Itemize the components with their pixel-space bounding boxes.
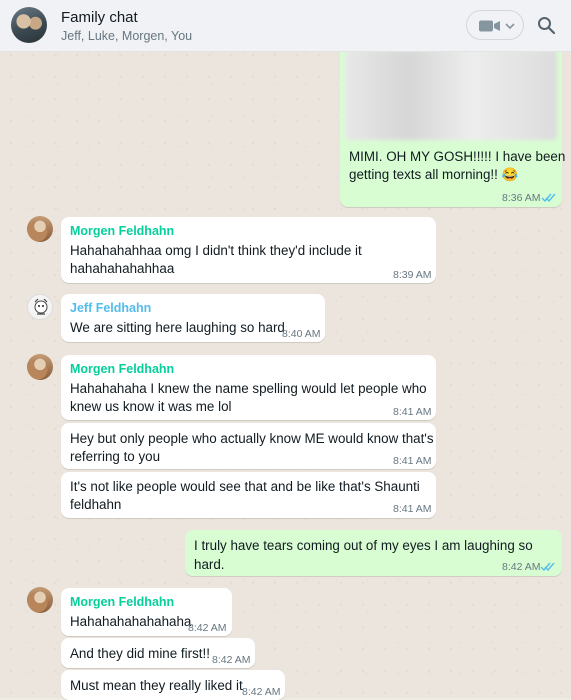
message-bubble-incoming[interactable]: Hey but only people who actually know ME… <box>61 423 436 469</box>
sender-name[interactable]: Morgen Feldhahn <box>70 224 174 238</box>
message-bubble-incoming[interactable]: Morgen Feldhahn Hahahahahhaa omg I didn'… <box>61 217 436 283</box>
message-text: Hey but only people who actually know ME… <box>70 431 434 446</box>
message-bubble-outgoing[interactable]: I truly have tears coming out of my eyes… <box>185 530 562 576</box>
message-bubble-incoming[interactable]: And they did mine first!! 8:42 AM <box>61 638 255 668</box>
message-time: 8:42 AM <box>188 622 227 634</box>
shared-image[interactable] <box>345 50 557 140</box>
chevron-down-icon <box>505 23 515 30</box>
message-bubble-incoming[interactable]: It's not like people would see that and … <box>61 472 436 518</box>
message-text: getting texts all morning!! 😂 <box>349 167 519 182</box>
message-text: Must mean they really liked it <box>70 678 243 693</box>
chat-participants[interactable]: Jeff, Luke, Morgen, You <box>61 29 192 43</box>
group-avatar[interactable] <box>11 7 47 43</box>
chat-header[interactable]: Family chat Jeff, Luke, Morgen, You <box>0 0 571 52</box>
video-camera-icon <box>479 20 500 32</box>
chat-title[interactable]: Family chat <box>61 9 138 26</box>
message-text: And they did mine first!! <box>70 646 210 661</box>
sender-name[interactable]: Morgen Feldhahn <box>70 362 174 376</box>
message-text: Hahahahahahahaha <box>70 614 192 629</box>
sender-avatar[interactable] <box>27 354 53 380</box>
message-time: 8:41 AM <box>393 406 432 418</box>
message-time: 8:41 AM <box>393 503 432 515</box>
message-text: Hahahahahhaa omg I didn't think they'd i… <box>70 243 362 258</box>
message-time: 8:42 AM <box>242 686 281 698</box>
message-bubble-incoming[interactable]: Morgen Feldhahn Hahahahahahahaha 8:42 AM <box>61 588 232 636</box>
message-bubble-incoming[interactable]: Must mean they really liked it 8:42 AM <box>61 670 285 700</box>
message-time: 8:42 AM <box>212 654 251 666</box>
message-text: referring to you <box>70 449 161 464</box>
video-call-button[interactable] <box>466 10 524 40</box>
sender-avatar[interactable] <box>27 294 53 320</box>
message-text: We are sitting here laughing so hard <box>70 320 285 335</box>
message-text: knew us know it was me lol <box>70 399 232 414</box>
message-time: 8:36 AM <box>502 192 541 204</box>
message-text: Hahahahaha I knew the name spelling woul… <box>70 381 427 396</box>
message-time: 8:42 AM <box>502 561 541 573</box>
sender-name[interactable]: Jeff Feldhahn <box>70 301 151 315</box>
read-receipt-icon <box>540 562 555 572</box>
sender-avatar[interactable] <box>27 587 53 613</box>
message-text: feldhahn <box>70 497 122 512</box>
message-time: 8:41 AM <box>393 455 432 467</box>
message-text: hahahahahahhaa <box>70 261 175 276</box>
message-text: MIMI. OH MY GOSH!!!!! I have been <box>349 149 566 164</box>
sender-avatar[interactable] <box>27 216 53 242</box>
search-icon[interactable] <box>537 16 556 35</box>
read-receipt-icon <box>541 193 556 203</box>
message-time: 8:40 AM <box>282 328 321 340</box>
message-text: It's not like people would see that and … <box>70 479 420 494</box>
sender-name[interactable]: Morgen Feldhahn <box>70 595 174 609</box>
message-bubble-incoming[interactable]: Jeff Feldhahn We are sitting here laughi… <box>61 294 325 342</box>
message-bubble-incoming[interactable]: Morgen Feldhahn Hahahahaha I knew the na… <box>61 355 436 420</box>
message-time: 8:39 AM <box>393 269 432 281</box>
